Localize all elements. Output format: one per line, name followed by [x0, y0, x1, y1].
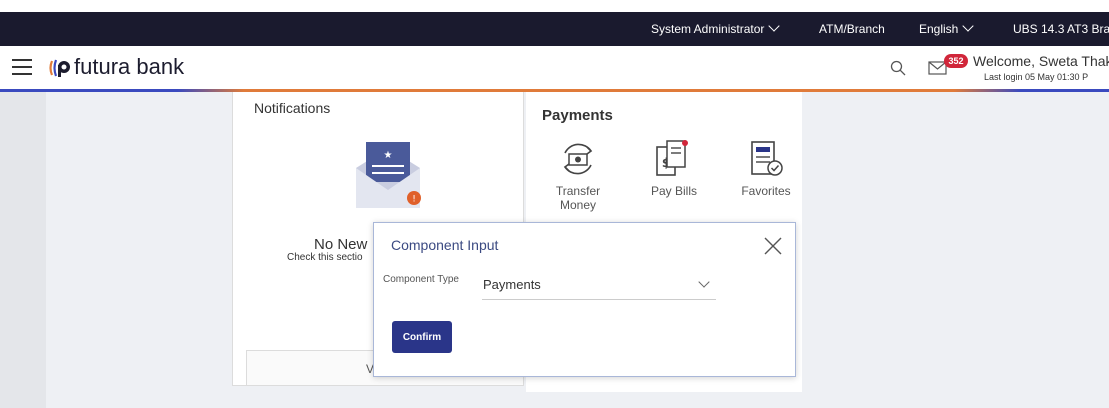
entity-dropdown[interactable]: UBS 14.3 AT3 Branc	[1013, 22, 1109, 36]
futura-bank-logo-icon	[49, 59, 70, 77]
transfer-money-item[interactable]: Transfer Money	[552, 184, 604, 212]
confirm-button[interactable]: Confirm	[392, 321, 452, 353]
component-type-select[interactable]: Payments	[482, 271, 716, 300]
no-notifications-title: No New	[314, 236, 368, 253]
component-input-modal: Component Input Component Type Payments …	[373, 222, 796, 377]
favorites-label[interactable]: Favorites	[738, 184, 794, 198]
svg-text:★: ★	[384, 150, 393, 161]
chevron-down-icon	[962, 20, 975, 32]
chevron-down-icon	[768, 20, 781, 32]
search-icon[interactable]	[890, 60, 906, 76]
role-label: System Administrator	[651, 22, 765, 36]
left-sidebar-strip	[0, 92, 46, 408]
top-bar: System Administrator ATM/Branch English …	[0, 12, 1109, 46]
last-login-text: Last login 05 May 01:30 P	[984, 72, 1089, 82]
role-dropdown[interactable]: System Administrator	[651, 20, 781, 36]
component-type-value: Payments	[483, 277, 541, 292]
pay-bills-icon[interactable]: $	[653, 139, 691, 179]
modal-title: Component Input	[391, 237, 499, 253]
chevron-down-icon	[698, 276, 710, 288]
notification-envelope-icon: ★ !	[356, 142, 421, 208]
language-label: English	[919, 22, 959, 36]
hamburger-menu-icon[interactable]	[12, 59, 32, 75]
language-dropdown[interactable]: English	[919, 20, 975, 36]
pay-bills-label[interactable]: Pay Bills	[647, 184, 701, 198]
favorites-icon[interactable]	[747, 139, 785, 179]
transfer-money-icon[interactable]	[559, 139, 597, 179]
payments-title: Payments	[542, 107, 613, 124]
branch-link[interactable]: ATM/Branch	[819, 22, 885, 36]
transfer-money-label-line2: Money	[559, 198, 597, 212]
app-header: futura bank 352 Welcome, Sweta Thaku Las…	[0, 46, 1109, 92]
notifications-title: Notifications	[254, 100, 331, 116]
transfer-money-label-line1: Transfer	[555, 184, 601, 198]
brand-name: futura bank	[74, 54, 185, 79]
component-type-label: Component Type	[383, 274, 459, 285]
svg-text:!: !	[412, 195, 416, 205]
welcome-text[interactable]: Welcome, Sweta Thaku	[973, 53, 1109, 69]
no-notifications-subtitle: Check this sectio	[287, 252, 363, 263]
notification-count-badge[interactable]: 352	[944, 54, 968, 68]
close-icon[interactable]	[762, 235, 784, 257]
